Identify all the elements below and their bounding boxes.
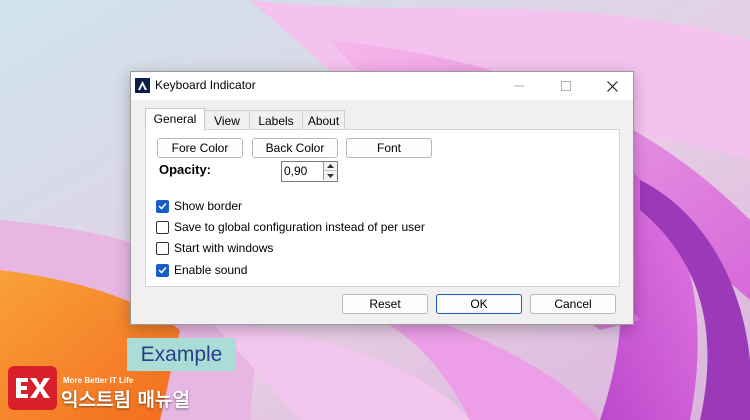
ok-button[interactable]: OK <box>436 294 522 314</box>
global-config-label: Save to global configuration instead of … <box>174 220 425 234</box>
enable-sound-checkbox[interactable] <box>156 263 169 277</box>
global-config-checkbox[interactable] <box>156 220 169 234</box>
window-title: Keyboard Indicator <box>155 78 256 92</box>
checkmark-icon <box>158 266 167 274</box>
spin-up-button[interactable] <box>323 162 337 171</box>
opacity-value[interactable]: 0,90 <box>284 164 307 178</box>
keyboard-indicator-window: Keyboard Indicator General View Labels A… <box>130 71 634 325</box>
app-icon <box>135 78 150 93</box>
start-with-windows-checkbox[interactable] <box>156 241 169 255</box>
ex-logo-icon <box>15 378 50 398</box>
maximize-icon <box>561 81 571 91</box>
arrow-down-icon <box>327 173 334 178</box>
close-button[interactable] <box>589 72 635 100</box>
general-panel: Fore Color Back Color Font Opacity: 0,90… <box>145 129 620 287</box>
enable-sound-label: Enable sound <box>174 263 248 277</box>
minimize-button[interactable] <box>496 72 542 100</box>
start-with-windows-option[interactable]: Start with windows <box>156 240 273 256</box>
tab-general[interactable]: General <box>145 108 205 131</box>
global-config-option[interactable]: Save to global configuration instead of … <box>156 219 425 235</box>
show-border-option[interactable]: Show border <box>156 198 242 214</box>
arrow-up-icon <box>327 164 334 168</box>
fore-color-button[interactable]: Fore Color <box>157 138 243 158</box>
opacity-label: Opacity: <box>159 162 212 177</box>
brand-logo <box>8 366 57 410</box>
checkmark-icon <box>158 202 167 210</box>
show-border-checkbox[interactable] <box>156 199 169 213</box>
close-icon <box>606 80 618 92</box>
tab-labels[interactable]: Labels <box>249 110 303 130</box>
start-with-windows-label: Start with windows <box>174 241 274 255</box>
cancel-button[interactable]: Cancel <box>530 294 616 314</box>
spin-down-button[interactable] <box>323 171 337 180</box>
title-bar[interactable]: Keyboard Indicator <box>131 72 633 100</box>
tab-about[interactable]: About <box>302 110 345 130</box>
show-border-label: Show border <box>174 199 243 213</box>
font-button[interactable]: Font <box>346 138 432 158</box>
minimize-icon <box>514 85 524 87</box>
opacity-stepper[interactable]: 0,90 <box>281 161 338 182</box>
brand-name: 익스트림 매뉴얼 <box>61 389 190 411</box>
brand-tagline: More Better IT Life <box>63 376 134 385</box>
tab-view[interactable]: View <box>204 110 250 130</box>
enable-sound-option[interactable]: Enable sound <box>156 262 247 278</box>
back-color-button[interactable]: Back Color <box>252 138 338 158</box>
reset-button[interactable]: Reset <box>342 294 428 314</box>
maximize-button[interactable] <box>543 72 589 100</box>
example-caption: Example <box>127 338 236 371</box>
